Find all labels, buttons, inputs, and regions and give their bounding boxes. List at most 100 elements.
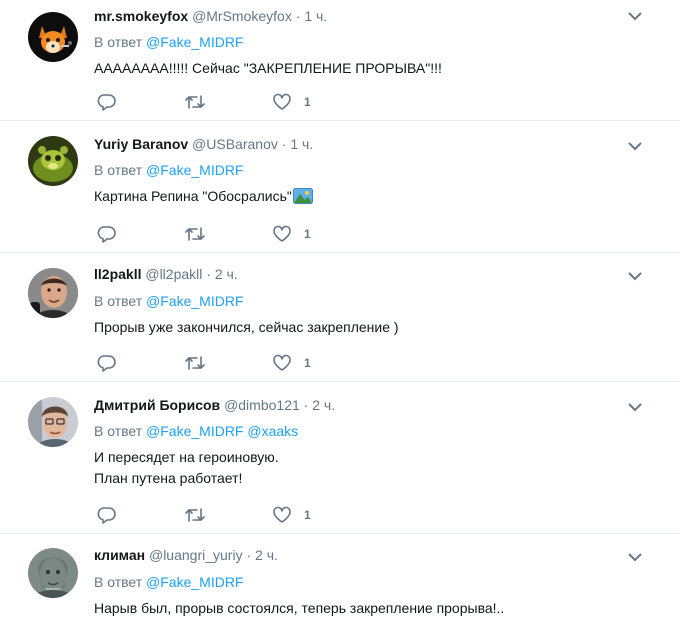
retweet-icon — [185, 227, 205, 241]
reply-context: В ответ @Fake_MIDRF @xaaks — [94, 421, 298, 441]
retweet-icon — [185, 356, 205, 370]
tweet-timestamp[interactable]: 2 ч. — [215, 266, 238, 282]
reply-button[interactable] — [96, 224, 116, 244]
user-fullname[interactable]: Дмитрий Борисов — [94, 397, 220, 413]
tweet-actions: 1 — [96, 92, 336, 112]
tweet-text: АААААААА!!!!! Сейчас "ЗАКРЕПЛЕНИЕ ПРОРЫВ… — [94, 58, 442, 79]
like-button[interactable]: 1 — [272, 92, 311, 112]
avatar[interactable] — [28, 548, 78, 598]
reply-icon — [97, 94, 116, 111]
tweet-text: Прорыв уже закончился, сейчас закреплени… — [94, 317, 399, 338]
user-handle[interactable]: @dimbo121 — [224, 397, 300, 413]
mention-link[interactable]: @Fake_MIDRF — [146, 34, 243, 50]
user-fullname[interactable]: климан — [94, 547, 145, 563]
user-handle[interactable]: @MrSmokeyfox — [192, 8, 292, 24]
retweet-button[interactable] — [184, 224, 206, 244]
user-handle[interactable]: @ll2pakll — [145, 266, 202, 282]
reply-button[interactable] — [96, 505, 116, 525]
like-button[interactable]: 1 — [272, 505, 311, 525]
retweet-button[interactable] — [184, 505, 206, 525]
like-button[interactable]: 1 — [272, 353, 311, 373]
user-handle[interactable]: @USBaranov — [192, 136, 278, 152]
tweet-text-line: Картина Репина "Обосрались" — [94, 188, 292, 204]
reply-icon — [97, 226, 116, 243]
like-count: 1 — [304, 227, 311, 241]
reply-icon — [97, 507, 116, 524]
tweet-timestamp[interactable]: 1 ч. — [290, 136, 313, 152]
separator-dot: · — [303, 397, 309, 413]
tweet-text-line: Нарыв был, прорыв состоялся, теперь закр… — [94, 600, 505, 616]
reply-prefix: В ответ — [94, 293, 143, 309]
reply-context: В ответ @Fake_MIDRF — [94, 572, 243, 592]
retweet-button[interactable] — [184, 353, 206, 373]
tweet-text: Нарыв был, прорыв состоялся, теперь закр… — [94, 598, 504, 619]
retweet-button[interactable] — [184, 92, 206, 112]
reply-button[interactable] — [96, 92, 116, 112]
like-count: 1 — [304, 95, 311, 109]
tweet-text-line: План путена работает! — [94, 470, 243, 486]
tweet[interactable]: ll2pakll @ll2pakll · 2 ч. В ответ @Fake_… — [0, 254, 681, 382]
tweet[interactable]: Yuriy Baranov @USBaranov · 1 ч. В ответ … — [0, 122, 681, 253]
mention-link[interactable]: @xaaks — [247, 423, 298, 439]
heart-icon — [273, 506, 291, 523]
separator-dot: · — [295, 8, 301, 24]
like-count: 1 — [304, 508, 311, 522]
chevron-down-icon[interactable] — [627, 401, 643, 413]
reply-context: В ответ @Fake_MIDRF — [94, 160, 243, 180]
user-handle[interactable]: @luangri_yuriy — [149, 547, 243, 563]
reply-prefix: В ответ — [94, 34, 143, 50]
reply-context: В ответ @Fake_MIDRF — [94, 291, 243, 311]
tweet-text: И пересядет на героиновую. План путена р… — [94, 447, 279, 489]
chevron-down-icon[interactable] — [627, 10, 643, 22]
tweet-text-line: Прорыв уже закончился, сейчас закреплени… — [94, 319, 399, 335]
reply-context: В ответ @Fake_MIDRF — [94, 32, 243, 52]
chevron-down-icon[interactable] — [627, 551, 643, 563]
tweet-text-line: И пересядет на героиновую. — [94, 449, 279, 465]
tweet-timestamp[interactable]: 2 ч. — [312, 397, 335, 413]
reply-prefix: В ответ — [94, 574, 143, 590]
separator-dot: · — [246, 547, 252, 563]
tweet-actions: 1 — [96, 353, 336, 373]
tweet-header: Дмитрий Борисов @dimbo121 · 2 ч. — [94, 395, 335, 415]
tweet-header: климан @luangri_yuriy · 2 ч. — [94, 545, 278, 565]
tweet-text-line: АААААААА!!!!! Сейчас "ЗАКРЕПЛЕНИЕ ПРОРЫВ… — [94, 60, 442, 76]
heart-icon — [273, 354, 291, 371]
tweet[interactable]: Дмитрий Борисов @dimbo121 · 2 ч. В ответ… — [0, 383, 681, 534]
tweet-header: Yuriy Baranov @USBaranov · 1 ч. — [94, 134, 313, 154]
tweet-timestamp[interactable]: 2 ч. — [255, 547, 278, 563]
separator-dot: · — [206, 266, 211, 282]
tweet-text-line-wrap: Картина Репина "Обосрались" — [94, 186, 313, 207]
retweet-icon — [185, 508, 205, 522]
like-count: 1 — [304, 356, 311, 370]
chevron-down-icon[interactable] — [627, 270, 643, 282]
tweet[interactable]: климан @luangri_yuriy · 2 ч. В ответ @Fa… — [0, 535, 681, 632]
avatar[interactable] — [28, 12, 78, 62]
user-fullname[interactable]: mr.smokeyfox — [94, 8, 188, 24]
like-button[interactable]: 1 — [272, 224, 311, 244]
reply-prefix: В ответ — [94, 162, 143, 178]
reply-icon — [97, 355, 116, 372]
separator-dot: · — [281, 136, 287, 152]
tweet-actions: 1 — [96, 224, 336, 244]
heart-icon — [273, 225, 291, 242]
reply-button[interactable] — [96, 353, 116, 373]
mention-link[interactable]: @Fake_MIDRF — [146, 293, 243, 309]
mention-link[interactable]: @Fake_MIDRF — [146, 574, 243, 590]
retweet-icon — [185, 95, 205, 109]
tweet-text: Картина Репина "Обосрались" — [94, 186, 313, 207]
user-fullname[interactable]: Yuriy Baranov — [94, 136, 188, 152]
reply-prefix: В ответ — [94, 423, 143, 439]
chevron-down-icon[interactable] — [627, 140, 643, 152]
avatar[interactable] — [28, 136, 78, 186]
heart-icon — [273, 93, 291, 110]
tweet-header: mr.smokeyfox @MrSmokeyfox · 1 ч. — [94, 6, 327, 26]
mention-link[interactable]: @Fake_MIDRF — [146, 162, 243, 178]
tweet-header: ll2pakll @ll2pakll · 2 ч. — [94, 264, 238, 284]
user-fullname[interactable]: ll2pakll — [94, 266, 141, 282]
tweet[interactable]: mr.smokeyfox @MrSmokeyfox · 1 ч. В ответ… — [0, 0, 681, 121]
avatar[interactable] — [28, 397, 78, 447]
tweet-actions: 1 — [96, 505, 336, 525]
mention-link[interactable]: @Fake_MIDRF — [146, 423, 243, 439]
avatar[interactable] — [28, 268, 78, 318]
tweet-timestamp[interactable]: 1 ч. — [304, 8, 327, 24]
